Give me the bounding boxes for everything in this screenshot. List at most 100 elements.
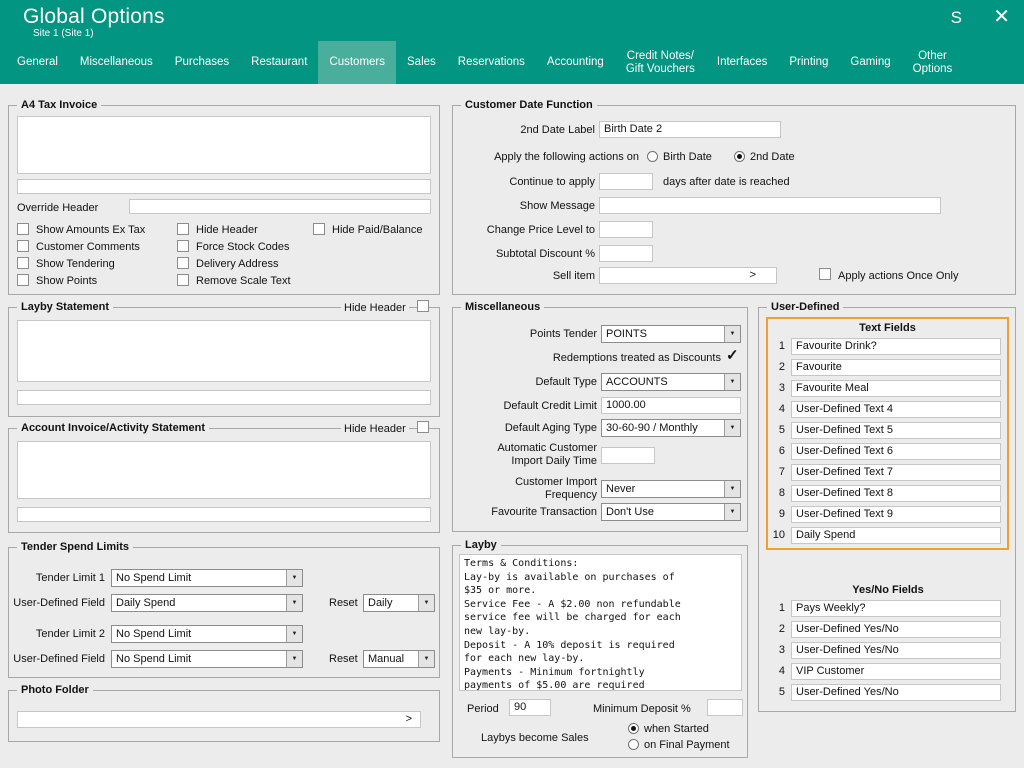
a4-footer-input[interactable] — [17, 179, 431, 194]
checkbox-force-stock-codes[interactable] — [177, 240, 189, 252]
s-button[interactable]: S — [951, 8, 962, 28]
chevron-down-icon: ▼ — [418, 595, 434, 611]
points-tender-select[interactable]: POINTS ▼ — [601, 325, 741, 343]
reset-2-select[interactable]: Manual ▼ — [363, 650, 435, 668]
user-defined-title: User-Defined — [767, 301, 843, 313]
checkbox-show-tendering[interactable] — [17, 257, 29, 269]
yes-no-field-input-5[interactable]: User-Defined Yes/No — [791, 684, 1001, 701]
chevron-down-icon: ▼ — [724, 326, 740, 342]
tab-reservations[interactable]: Reservations — [447, 41, 536, 84]
radio-on-final-payment[interactable] — [628, 739, 639, 750]
favourite-transaction-select[interactable]: Don't Use ▼ — [601, 503, 741, 521]
user-defined-field-1-value: Daily Spend — [112, 595, 286, 611]
reset-1-select[interactable]: Daily ▼ — [363, 594, 435, 612]
a4-header-textarea[interactable] — [17, 116, 431, 174]
text-field-input-5[interactable]: User-Defined Text 5 — [791, 422, 1001, 439]
radio-birth-date[interactable] — [647, 151, 658, 162]
tab-other-options[interactable]: Other Options — [902, 41, 964, 84]
checkbox-label-show-tendering: Show Tendering — [36, 258, 115, 271]
user-defined-field-1-select[interactable]: Daily Spend ▼ — [111, 594, 303, 612]
checkbox-label-show-points: Show Points — [36, 275, 97, 288]
tab-restaurant[interactable]: Restaurant — [240, 41, 318, 84]
yes-no-field-input-4[interactable]: VIP Customer — [791, 663, 1001, 680]
tab-interfaces[interactable]: Interfaces — [706, 41, 779, 84]
text-field-input-6[interactable]: User-Defined Text 6 — [791, 443, 1001, 460]
radio-2nd-date[interactable] — [734, 151, 745, 162]
checkbox-show-amounts-ex-tax[interactable] — [17, 223, 29, 235]
account-statement-group: Account Invoice/Activity Statement Hide … — [8, 428, 440, 533]
minimum-deposit-label: Minimum Deposit % — [593, 703, 691, 716]
yes-no-field-number: 3 — [767, 642, 785, 659]
subtotal-discount-input[interactable] — [599, 245, 653, 262]
layby-terms-textarea[interactable]: Terms & Conditions: Lay-by is available … — [459, 554, 742, 691]
checkbox-hide-paid-balance[interactable] — [313, 223, 325, 235]
text-field-input-7[interactable]: User-Defined Text 7 — [791, 464, 1001, 481]
text-field-input-1[interactable]: Favourite Drink? — [791, 338, 1001, 355]
tender-limit-1-select[interactable]: No Spend Limit ▼ — [111, 569, 303, 587]
text-field-input-10[interactable]: Daily Spend — [791, 527, 1001, 544]
checkbox-apply-once-only[interactable] — [819, 268, 831, 280]
period-input[interactable]: 90 — [509, 699, 551, 716]
account-statement-title: Account Invoice/Activity Statement — [17, 422, 209, 434]
tab-printing[interactable]: Printing — [778, 41, 839, 84]
yes-no-field-number: 2 — [767, 621, 785, 638]
account-statement-footer-input[interactable] — [17, 507, 431, 522]
reset-2-value: Manual — [364, 651, 418, 667]
yes-no-field-input-1[interactable]: Pays Weekly? — [791, 600, 1001, 617]
tab-sales[interactable]: Sales — [396, 41, 447, 84]
continue-to-apply-input[interactable] — [599, 173, 653, 190]
customer-date-function-group: Customer Date Function 2nd Date Label Bi… — [452, 105, 1016, 295]
user-defined-field-2-select[interactable]: No Spend Limit ▼ — [111, 650, 303, 668]
checkbox-layby-hide-header[interactable] — [417, 300, 429, 312]
auto-import-time-input[interactable] — [601, 447, 655, 464]
sell-item-browse-button[interactable]: > — [750, 269, 756, 282]
checkbox-remove-scale-text[interactable] — [177, 274, 189, 286]
yes-no-field-input-2[interactable]: User-Defined Yes/No — [791, 621, 1001, 638]
second-date-input[interactable]: Birth Date 2 — [599, 121, 781, 138]
checkbox-hide-header[interactable] — [177, 223, 189, 235]
text-field-input-2[interactable]: Favourite — [791, 359, 1001, 376]
layby-statement-footer-input[interactable] — [17, 390, 431, 405]
checkbox-account-hide-header[interactable] — [417, 421, 429, 433]
minimum-deposit-input[interactable] — [707, 699, 743, 716]
account-statement-textarea[interactable] — [17, 441, 431, 499]
default-credit-limit-input[interactable]: 1000.00 — [601, 397, 741, 414]
redemptions-label: Redemptions treated as Discounts — [453, 352, 721, 365]
show-message-input[interactable] — [599, 197, 941, 214]
tab-purchases[interactable]: Purchases — [164, 41, 240, 84]
text-field-input-3[interactable]: Favourite Meal — [791, 380, 1001, 397]
photo-folder-input[interactable]: > — [17, 711, 421, 728]
text-field-number: 3 — [767, 380, 785, 397]
default-type-select[interactable]: ACCOUNTS ▼ — [601, 373, 741, 391]
favourite-transaction-label: Favourite Transaction — [453, 506, 597, 519]
layby-statement-textarea[interactable] — [17, 320, 431, 382]
customer-import-frequency-select[interactable]: Never ▼ — [601, 480, 741, 498]
miscellaneous-title: Miscellaneous — [461, 301, 544, 313]
chevron-down-icon: ▼ — [286, 626, 302, 642]
text-field-input-4[interactable]: User-Defined Text 4 — [791, 401, 1001, 418]
change-price-level-input[interactable] — [599, 221, 653, 238]
checkbox-delivery-address[interactable] — [177, 257, 189, 269]
tab-general[interactable]: General — [6, 41, 69, 84]
radio-when-started[interactable] — [628, 723, 639, 734]
default-aging-type-select[interactable]: 30-60-90 / Monthly ▼ — [601, 419, 741, 437]
tab-customers[interactable]: Customers — [318, 41, 396, 84]
tab-accounting[interactable]: Accounting — [536, 41, 615, 84]
yes-no-field-input-3[interactable]: User-Defined Yes/No — [791, 642, 1001, 659]
miscellaneous-group: Miscellaneous Points Tender POINTS ▼ Red… — [452, 307, 748, 532]
sell-item-input[interactable]: > — [599, 267, 777, 284]
tender-limit-2-select[interactable]: No Spend Limit ▼ — [111, 625, 303, 643]
close-icon[interactable]: ✕ — [993, 4, 1010, 29]
tab-gaming[interactable]: Gaming — [839, 41, 901, 84]
checkbox-show-points[interactable] — [17, 274, 29, 286]
override-header-input[interactable] — [129, 199, 431, 214]
checkbox-customer-comments[interactable] — [17, 240, 29, 252]
photo-folder-browse-button[interactable]: > — [406, 713, 412, 726]
tab-credit-notes-gift-vouchers[interactable]: Credit Notes/ Gift Vouchers — [615, 41, 706, 84]
redemptions-checkmark-icon[interactable]: ✓ — [726, 348, 739, 363]
text-field-number: 1 — [767, 338, 785, 355]
text-field-input-8[interactable]: User-Defined Text 8 — [791, 485, 1001, 502]
chevron-down-icon: ▼ — [418, 651, 434, 667]
text-field-input-9[interactable]: User-Defined Text 9 — [791, 506, 1001, 523]
tab-miscellaneous[interactable]: Miscellaneous — [69, 41, 164, 84]
